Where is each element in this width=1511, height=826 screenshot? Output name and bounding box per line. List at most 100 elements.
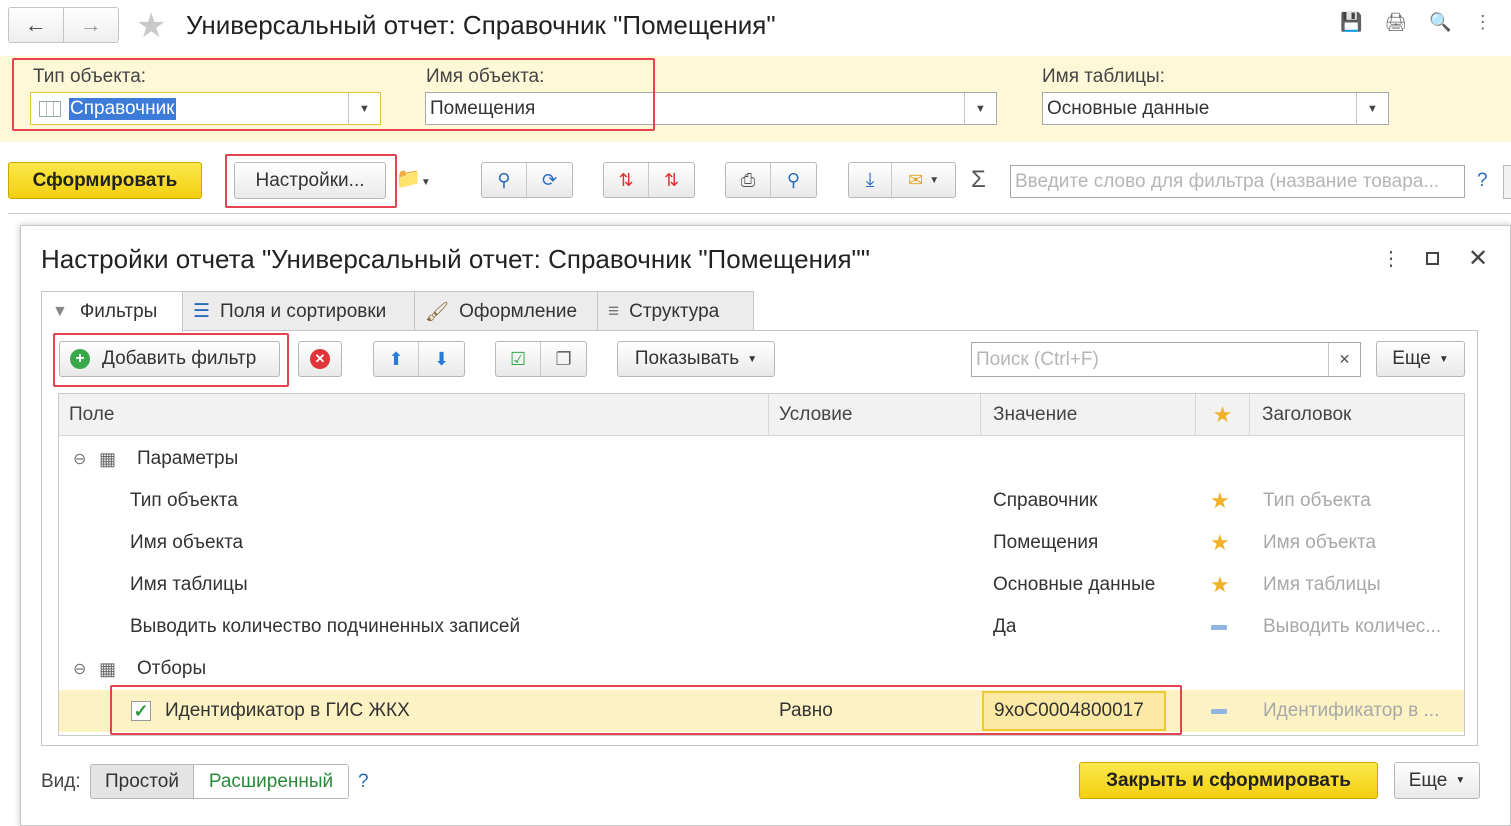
row-field: Выводить количество подчиненных записей	[130, 616, 521, 637]
highlight-box	[225, 154, 397, 208]
tab-structure[interactable]: ≡ Структура	[597, 291, 754, 331]
export-group: ⤓ ✉ ▼	[848, 162, 956, 198]
sort-ascending-icon[interactable]: ⇅	[604, 163, 650, 197]
more-bottom-label: Еще	[1408, 769, 1448, 791]
tab-appearance[interactable]: 🖌 Оформление	[414, 291, 598, 331]
close-icon[interactable]: ✕	[1468, 244, 1488, 273]
print-icon[interactable]: 🖨	[1384, 12, 1407, 33]
delete-icon: ✕	[310, 349, 330, 369]
star-icon[interactable]: ★	[1210, 522, 1230, 564]
column-condition[interactable]: Условие	[769, 394, 981, 436]
search-icon[interactable]: ⚲	[482, 163, 528, 197]
row-value: Помещения	[993, 532, 1099, 553]
table-name-value: Основные данные	[1047, 97, 1210, 119]
header-icons: 💾 🖨 🔍 ⋮ ⤢	[1340, 12, 1511, 33]
print-group: ⎙ ⚲	[725, 162, 817, 198]
preview-icon[interactable]: 🔍	[1429, 12, 1451, 33]
forward-icon[interactable]: →	[64, 8, 119, 42]
table-row[interactable]: Выводить количество подчиненных записей …	[59, 606, 1464, 648]
window-title: Универсальный отчет: Справочник "Помещен…	[186, 10, 776, 40]
dialog-search-input[interactable]: Поиск (Ctrl+F) ✕	[971, 342, 1361, 377]
back-icon[interactable]: ←	[9, 8, 64, 42]
move-up-icon[interactable]: ⬆	[374, 342, 420, 376]
table-name-field[interactable]: Основные данные ▼	[1042, 92, 1389, 125]
more-button[interactable]: Еще ▼	[1376, 341, 1465, 377]
row-title: Тип объекта	[1263, 490, 1371, 511]
filter-search-input[interactable]: Введите слово для фильтра (название това…	[1010, 165, 1465, 198]
mail-icon[interactable]: ✉ ▼	[892, 163, 955, 197]
chevron-down-icon: ▼	[747, 353, 758, 365]
more-bottom-button[interactable]: Еще ▼	[1394, 762, 1480, 799]
variant-folder-icon[interactable]: 📁▼	[396, 166, 431, 191]
collapse-icon[interactable]: ⊖	[73, 438, 86, 480]
row-field: Имя объекта	[130, 532, 244, 553]
group-filters-label: Отборы	[137, 658, 207, 679]
chevron-down-icon[interactable]: ▼	[1356, 93, 1388, 124]
view-switch: Простой Расширенный	[90, 764, 349, 799]
column-value[interactable]: Значение	[983, 394, 1196, 436]
group-row-params[interactable]: ⊖ ▦ Параметры	[59, 438, 1464, 480]
row-field: Имя таблицы	[130, 574, 248, 595]
toolbar-edge-button[interactable]	[1503, 165, 1511, 199]
search-next-icon[interactable]: ⟳	[527, 163, 572, 197]
table-row[interactable]: Имя таблицы Основные данные ★ Имя таблиц…	[59, 564, 1464, 606]
tab-structure-label: Структура	[629, 300, 720, 322]
row-title: Выводить количес...	[1263, 616, 1442, 637]
params-icon: ▦	[99, 448, 117, 469]
view-extended[interactable]: Расширенный	[194, 765, 348, 798]
table-row[interactable]: Тип объекта Справочник ★ Тип объекта	[59, 480, 1464, 522]
clear-icon[interactable]: ✕	[1328, 343, 1360, 376]
group-row-filters[interactable]: ⊖ ▦ Отборы	[59, 648, 1464, 690]
tab-filters-label: Фильтры	[79, 301, 158, 322]
filter-group-icon: ▦	[99, 658, 117, 679]
maximize-icon[interactable]	[1426, 252, 1439, 265]
uncheck-all-icon[interactable]: ❐	[541, 342, 586, 376]
group-params-label: Параметры	[137, 448, 239, 469]
search-group: ⚲ ⟳	[481, 162, 573, 198]
check-group: ☑ ❐	[495, 341, 587, 377]
tab-fields-label: Поля и сортировки	[220, 300, 387, 322]
dash-icon[interactable]	[1211, 690, 1227, 732]
save-icon[interactable]: 💾	[1340, 12, 1362, 33]
more-icon[interactable]: ⋮	[1474, 12, 1492, 33]
star-icon[interactable]: ★	[1210, 480, 1230, 522]
view-label: Вид:	[41, 771, 81, 792]
column-star[interactable]: ★	[1196, 394, 1250, 436]
favorite-star-icon[interactable]: ★	[136, 6, 166, 46]
collapse-icon[interactable]: ⊖	[73, 648, 86, 690]
view-simple[interactable]: Простой	[91, 765, 194, 798]
show-label: Показывать	[634, 348, 740, 369]
tab-appearance-label: Оформление	[459, 300, 578, 322]
highlight-box	[12, 58, 655, 131]
help-icon[interactable]: ?	[1477, 170, 1488, 192]
sum-icon[interactable]: Σ	[971, 166, 986, 194]
close-and-generate-button[interactable]: Закрыть и сформировать	[1079, 762, 1378, 799]
star-icon[interactable]: ★	[1210, 564, 1230, 606]
row-value: Основные данные	[993, 574, 1156, 595]
highlight-box	[53, 333, 289, 387]
print-preview-icon[interactable]: ⚲	[771, 163, 816, 197]
dash-icon[interactable]	[1211, 606, 1227, 648]
download-icon[interactable]: ⤓	[849, 163, 893, 197]
funnel-icon: ▼	[52, 303, 68, 320]
sort-descending-icon[interactable]: ⇅	[649, 163, 694, 197]
check-all-icon[interactable]: ☑	[496, 342, 542, 376]
tab-filters[interactable]: ▼ Фильтры	[41, 291, 183, 332]
row-title: Имя объекта	[1263, 532, 1377, 553]
show-button[interactable]: Показывать ▼	[617, 341, 775, 377]
column-field[interactable]: Поле	[59, 394, 769, 436]
chevron-down-icon[interactable]: ▼	[964, 93, 996, 124]
generate-button[interactable]: Сформировать	[8, 162, 202, 199]
table-row[interactable]: Имя объекта Помещения ★ Имя объекта	[59, 522, 1464, 564]
dialog-title: Настройки отчета "Универсальный отчет: С…	[41, 244, 871, 274]
column-title[interactable]: Заголовок	[1252, 394, 1464, 436]
highlight-box	[110, 685, 1182, 735]
dialog-more-icon[interactable]: ⋮	[1381, 246, 1401, 271]
row-value: Да	[993, 616, 1017, 637]
print-icon[interactable]: ⎙	[726, 163, 772, 197]
delete-button[interactable]: ✕	[298, 341, 342, 377]
help-icon[interactable]: ?	[358, 771, 369, 793]
tab-fields-sorting[interactable]: ☰ Поля и сортировки	[182, 291, 415, 331]
move-down-icon[interactable]: ⬇	[419, 342, 464, 376]
table-name-label: Имя таблицы:	[1042, 66, 1165, 87]
